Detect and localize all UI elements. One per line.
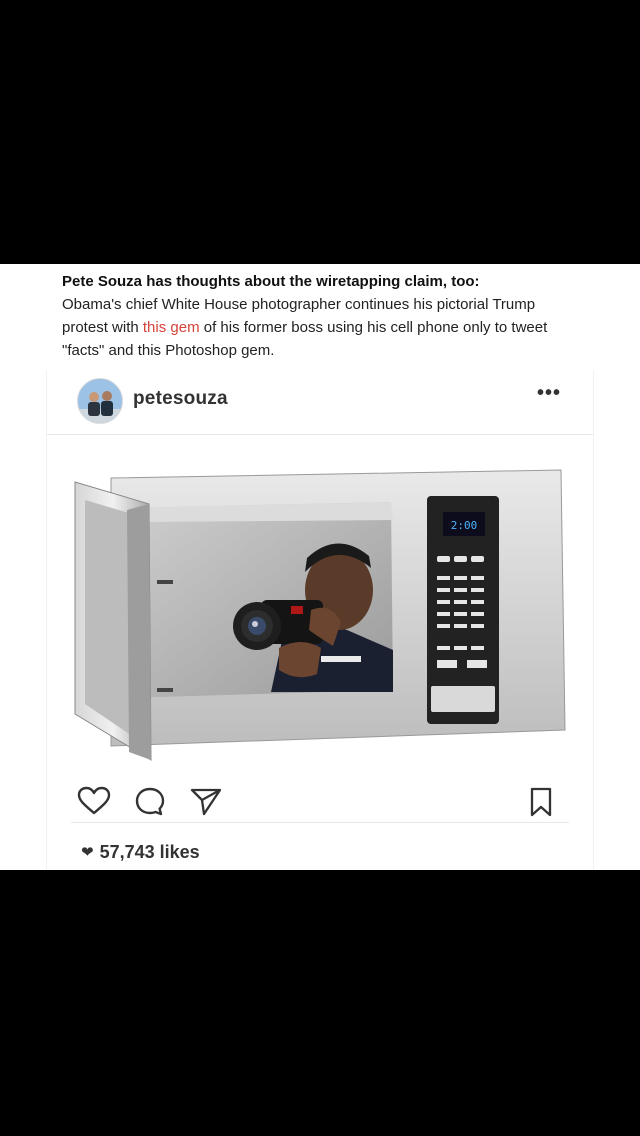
heart-outline-icon[interactable] — [77, 786, 111, 821]
bookmark-icon[interactable] — [527, 786, 555, 823]
article-body: Obama's chief White House photographer c… — [62, 293, 582, 362]
instagram-post: petesouza ••• 2:00 ❤ 57,743 likes — [46, 370, 594, 870]
heart-filled-icon: ❤ — [81, 844, 94, 861]
screenshot-content: Pete Souza has thoughts about the wireta… — [0, 264, 640, 870]
paper-plane-icon[interactable] — [189, 786, 223, 821]
post-header: petesouza ••• — [47, 370, 593, 435]
comment-bubble-icon[interactable] — [133, 786, 167, 821]
likes-count[interactable]: ❤ 57,743 likes — [81, 842, 200, 863]
likes-text: 57,743 likes — [99, 842, 200, 862]
avatar[interactable] — [77, 378, 123, 424]
microwave-display: 2:00 — [451, 519, 478, 532]
post-username[interactable]: petesouza — [133, 388, 228, 410]
article-excerpt: Pete Souza has thoughts about the wireta… — [62, 272, 582, 362]
this-gem-link[interactable]: this gem — [143, 319, 200, 336]
profile-photo-avatar — [78, 379, 122, 423]
post-actions — [71, 780, 569, 823]
post-photo[interactable]: 2:00 — [71, 460, 569, 770]
ellipsis-icon[interactable]: ••• — [537, 382, 561, 405]
article-title: Pete Souza has thoughts about the wireta… — [62, 273, 480, 290]
microwave-photo: 2:00 — [71, 460, 569, 770]
